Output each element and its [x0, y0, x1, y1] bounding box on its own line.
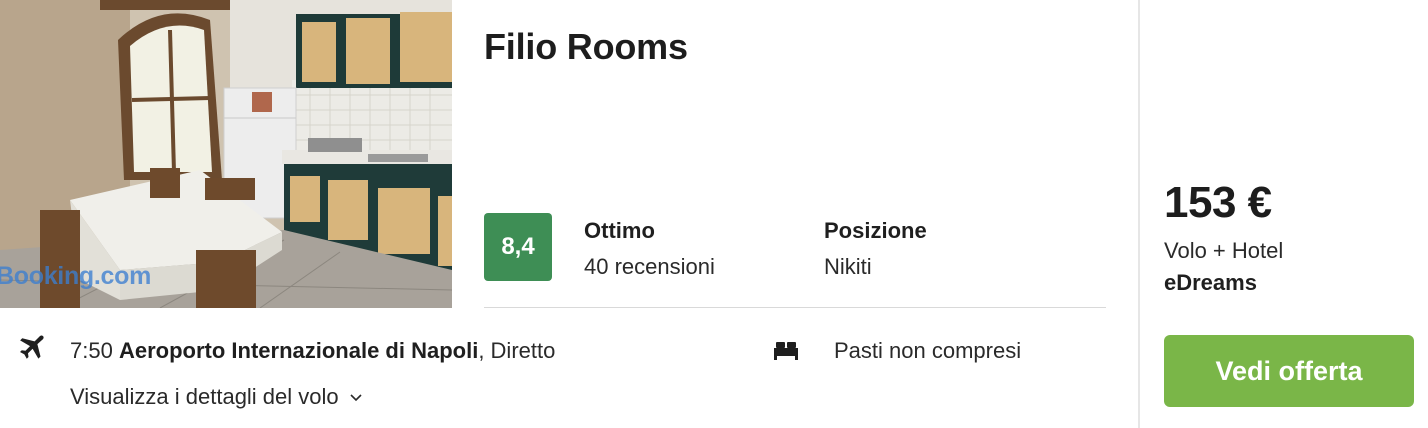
package-type: Volo + Hotel: [1164, 238, 1284, 263]
hotel-offer-card: Booking.com Filio Rooms 8,4 Ottimo 40 re…: [0, 0, 1428, 428]
location-value: Nikiti: [824, 254, 872, 279]
flight-details-link[interactable]: Visualizza i dettagli del volo: [70, 384, 363, 410]
photo-watermark: Booking.com: [0, 262, 152, 290]
hotel-name[interactable]: Filio Rooms: [484, 26, 688, 68]
flight-airport: Aeroporto Internazionale di Napoli: [118, 338, 479, 363]
rating-label: Ottimo: [584, 218, 655, 243]
section-divider: [484, 307, 1106, 308]
view-offer-button[interactable]: Vedi offerta: [1164, 335, 1414, 407]
chevron-down-icon: [350, 394, 362, 402]
price-panel-divider: [1138, 0, 1140, 428]
offer-price: 153 €: [1164, 178, 1272, 227]
location-label: Posizione: [824, 218, 927, 243]
meals-info: Pasti non compresi: [834, 338, 1022, 363]
bed-icon: [774, 342, 798, 360]
reviews-count: 40 recensioni: [584, 254, 715, 279]
flight-summary: 7:50 Aeroporto Internazionale di Napoli,…: [70, 338, 555, 364]
airplane-icon: [20, 335, 44, 359]
hotel-photo[interactable]: Booking.com: [0, 0, 452, 308]
flight-time: 7:50: [70, 338, 113, 363]
rating-score-badge: 8,4: [484, 213, 552, 281]
flight-type: , Diretto: [478, 338, 556, 363]
flight-details-label: Visualizza i dettagli del volo: [70, 384, 339, 409]
offer-provider: eDreams: [1164, 270, 1257, 295]
